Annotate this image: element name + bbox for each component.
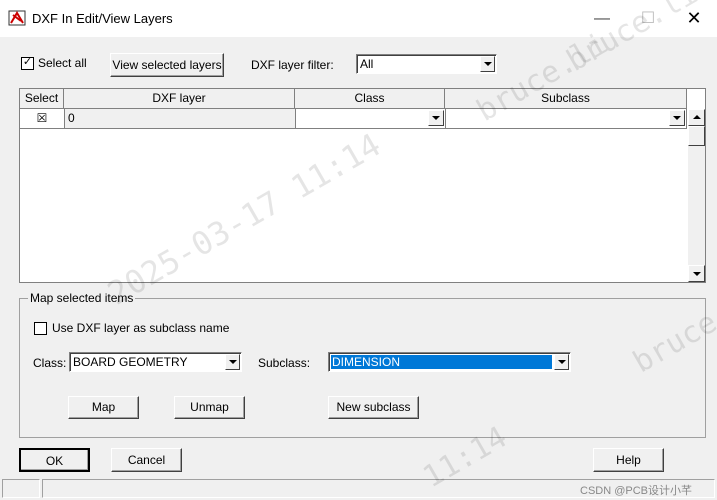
cancel-button[interactable]: Cancel (111, 448, 182, 472)
credit-text: CSDN @PCB设计小芊 (580, 485, 693, 497)
group-title: Map selected items (28, 291, 136, 305)
use-subclass-checkbox[interactable] (34, 322, 47, 335)
map-selected-items-group: Map selected items Use DXF layer as subc… (19, 291, 706, 438)
chevron-down-icon[interactable] (554, 354, 569, 370)
scroll-down-icon[interactable] (688, 265, 705, 282)
select-all-label: Select all (38, 56, 87, 70)
dialog-client: ✓ Select all View selected layers DXF la… (0, 37, 717, 500)
row-select-checkbox[interactable]: ☒ (20, 109, 65, 128)
chevron-down-icon[interactable] (669, 110, 685, 126)
minimize-button[interactable]: — (579, 0, 625, 37)
use-subclass-label: Use DXF layer as subclass name (52, 321, 230, 335)
column-header-class[interactable]: Class (295, 89, 445, 109)
filter-label: DXF layer filter: (251, 58, 334, 72)
column-header-dxf-layer[interactable]: DXF layer (64, 89, 295, 109)
subclass-label: Subclass: (258, 356, 311, 370)
new-subclass-button[interactable]: New subclass (328, 396, 419, 419)
class-dropdown[interactable]: BOARD GEOMETRY (69, 352, 242, 372)
status-bar: CSDN @PCB设计小芊 (0, 477, 717, 500)
subclass-dropdown[interactable]: DIMENSION (328, 352, 571, 372)
view-selected-layers-button[interactable]: View selected layers (110, 53, 224, 77)
help-button[interactable]: Help (593, 448, 664, 472)
column-header-select[interactable]: Select (20, 89, 64, 109)
column-header-subclass[interactable]: Subclass (445, 89, 687, 109)
layers-grid: Select DXF layer Class Subclass ☒ 0 (19, 88, 706, 283)
class-value: BOARD GEOMETRY (73, 355, 188, 369)
app-icon (8, 10, 26, 26)
row-class-dropdown[interactable] (296, 109, 446, 128)
grid-vertical-scrollbar[interactable] (688, 109, 705, 282)
chevron-down-icon[interactable] (225, 354, 240, 370)
unmap-button[interactable]: Unmap (174, 396, 245, 419)
chevron-down-icon[interactable] (480, 56, 495, 72)
row-subclass-dropdown[interactable] (446, 109, 687, 128)
scroll-up-icon[interactable] (688, 109, 705, 126)
title-bar: DXF In Edit/View Layers — ☐ ✕ (0, 0, 717, 37)
check-mark-icon: ✓ (22, 56, 33, 68)
select-all-checkbox[interactable]: ✓ (21, 56, 34, 70)
map-button[interactable]: Map (68, 396, 139, 419)
class-label: Class: (33, 356, 67, 370)
maximize-button[interactable]: ☐ (625, 0, 671, 37)
window-title: DXF In Edit/View Layers (32, 11, 173, 26)
filter-value: All (360, 57, 374, 71)
status-pane (2, 479, 40, 498)
subclass-value: DIMENSION (331, 355, 552, 369)
scroll-thumb[interactable] (688, 126, 705, 146)
close-button[interactable]: ✕ (671, 0, 717, 37)
chevron-down-icon[interactable] (428, 110, 444, 126)
row-layer-name: 0 (65, 109, 296, 128)
layer-filter-dropdown[interactable]: All (356, 54, 497, 74)
ok-button[interactable]: OK (19, 448, 90, 472)
table-row: ☒ 0 (20, 109, 687, 129)
